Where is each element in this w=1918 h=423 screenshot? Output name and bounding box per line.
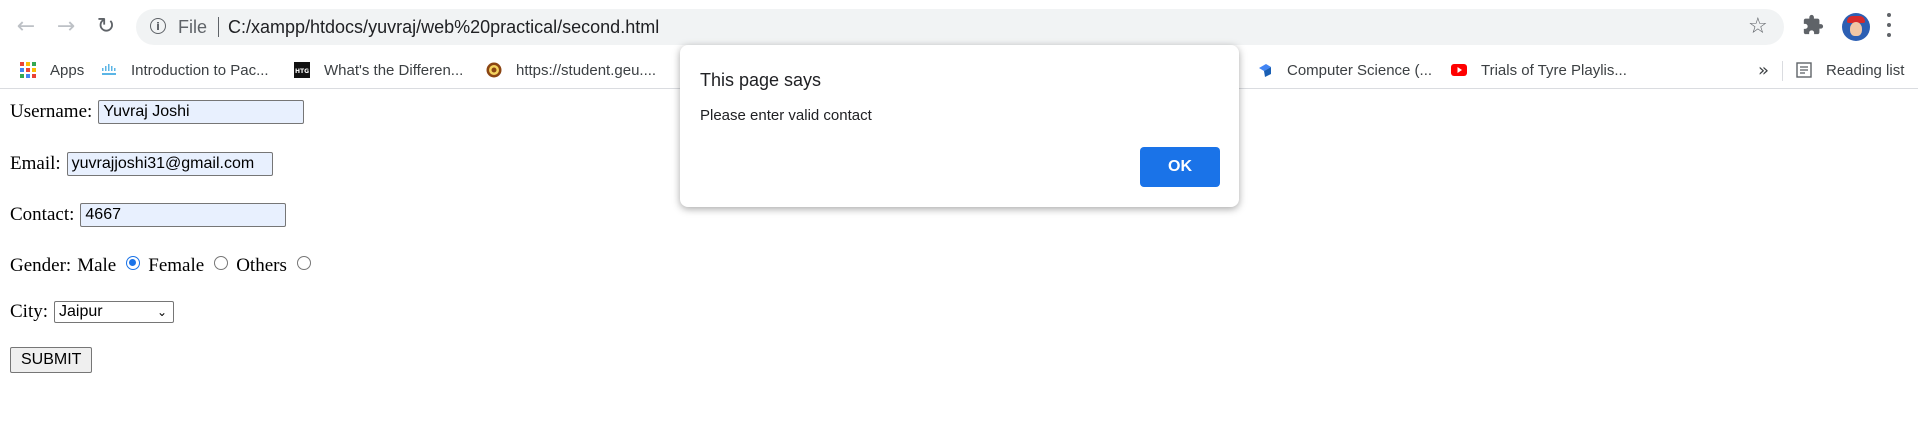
reload-icon[interactable]: ↻ [92, 12, 120, 40]
profile-avatar[interactable] [1842, 13, 1870, 41]
gender-radio-male[interactable] [126, 256, 141, 270]
email-input[interactable]: yuvrajjoshi31@gmail.com [66, 152, 273, 176]
gender-option-male-label: Male [77, 255, 117, 276]
cisco-icon [102, 64, 116, 75]
bookmark-label: Apps [50, 61, 85, 79]
submit-row: SUBMIT [10, 347, 93, 373]
url-text[interactable]: C:/xampp/htdocs/yuvraj/web%20practical/s… [228, 17, 659, 38]
contact-label: Contact: [10, 204, 75, 225]
alert-dialog: This page says Please enter valid contac… [680, 45, 1239, 207]
contact-input[interactable]: 4667 [80, 203, 287, 227]
gender-option-others-label: Others [236, 255, 287, 276]
bookmark-item[interactable]: Trials of Tyre Playlis... [1451, 59, 1627, 81]
htg-icon: HTG [294, 62, 310, 78]
bookmark-item[interactable]: HTG What's the Differen... [294, 59, 463, 81]
extensions-icon[interactable] [1802, 14, 1824, 36]
university-icon [486, 62, 502, 78]
submit-button[interactable]: SUBMIT [10, 347, 93, 373]
reading-list-icon [1796, 62, 1812, 78]
dialog-title: This page says [700, 70, 822, 90]
bookmarks-divider [1782, 61, 1783, 81]
username-label: Username: [10, 101, 93, 122]
address-bar[interactable]: i File C:/xampp/htdocs/yuvraj/web%20prac… [136, 9, 1784, 45]
url-scheme-label: File [178, 17, 208, 37]
city-selected-value: Jaipur [59, 303, 103, 320]
more-menu-icon[interactable] [1886, 13, 1892, 37]
bookmarks-overflow[interactable]: » [1758, 59, 1769, 81]
city-select[interactable]: Jaipur ⌄ [54, 301, 175, 323]
city-row: City: Jaipur ⌄ [10, 301, 175, 323]
gender-label: Gender: [10, 255, 72, 276]
bookmark-item[interactable]: Computer Science (... [1257, 59, 1432, 81]
info-icon[interactable]: i [150, 18, 166, 34]
bookmark-apps[interactable]: Apps [20, 59, 84, 81]
bookmark-label: https://student.geu.... [516, 61, 657, 79]
username-row: Username: Yuvraj Joshi [10, 100, 305, 124]
contact-row: Contact: 4667 [10, 203, 287, 227]
chevron-down-icon: ⌄ [156, 305, 168, 319]
gender-row: Gender: Male Female Others [10, 255, 319, 277]
gender-option-female-label: Female [148, 255, 205, 276]
city-label: City: [10, 301, 49, 322]
reading-list-button[interactable]: Reading list [1796, 59, 1904, 81]
bookmark-label: Computer Science (... [1287, 61, 1433, 79]
bookmark-label: What's the Differen... [324, 61, 464, 79]
reading-list-label: Reading list [1826, 61, 1905, 79]
ok-button[interactable]: OK [1140, 147, 1220, 187]
back-icon[interactable]: ← [12, 12, 40, 40]
username-input[interactable]: Yuvraj Joshi [98, 100, 305, 124]
bookmark-star-icon[interactable]: ☆ [1748, 14, 1768, 39]
bookmark-item[interactable]: Introduction to Pac... [101, 59, 269, 81]
gender-radio-female[interactable] [214, 256, 229, 270]
dialog-message: Please enter valid contact [700, 107, 872, 124]
youtube-icon [1451, 64, 1467, 76]
gfg-icon [1259, 64, 1271, 77]
gender-radio-others[interactable] [296, 256, 311, 270]
bookmark-label: Introduction to Pac... [131, 61, 269, 79]
email-row: Email: yuvrajjoshi31@gmail.com [10, 152, 273, 176]
apps-grid-icon [20, 62, 36, 78]
forward-icon[interactable]: → [52, 12, 80, 40]
svg-text:HTG: HTG [295, 68, 309, 75]
bookmark-item[interactable]: https://student.geu.... [486, 59, 656, 81]
email-label: Email: [10, 153, 61, 174]
address-separator [218, 17, 219, 37]
bookmark-label: Trials of Tyre Playlis... [1481, 61, 1627, 79]
